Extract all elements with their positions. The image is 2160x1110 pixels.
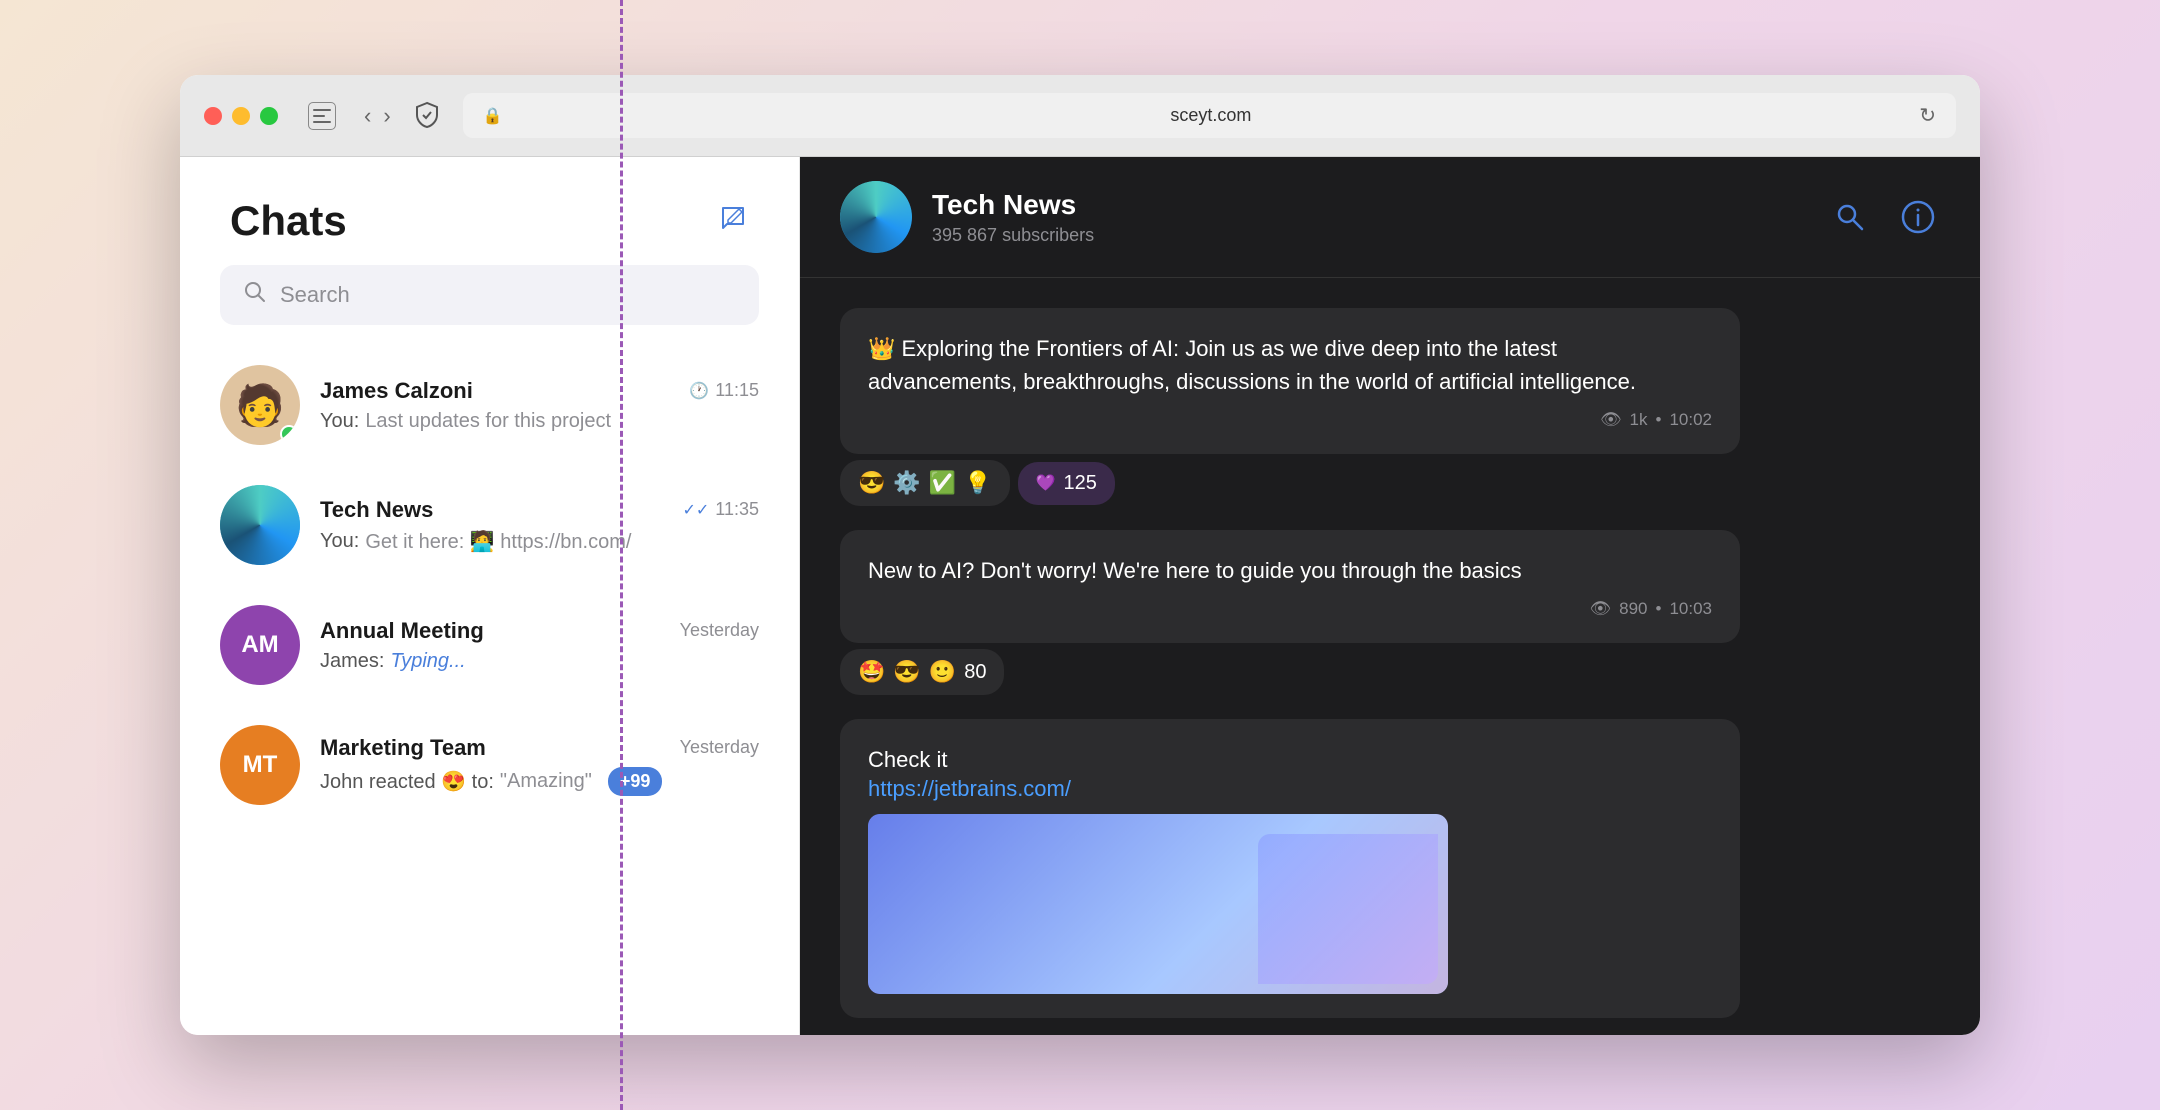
address-bar[interactable]: 🔒 sceyt.com ↻: [463, 93, 1956, 138]
online-indicator: [280, 425, 298, 443]
message-meta-2: 👁 890 • 10:03: [868, 599, 1712, 619]
message-bubble-2: New to AI? Don't worry! We're here to gu…: [840, 530, 1740, 643]
reaction-row-1: 😎⚙️✅💡 💜 125: [840, 460, 1940, 506]
compose-button[interactable]: [717, 202, 749, 241]
reaction-count-2: 80: [964, 661, 986, 684]
check-icon: ✓✓: [682, 500, 709, 520]
shield-icon: [411, 100, 443, 132]
chat-name-annual-meeting: Annual Meeting: [320, 618, 484, 644]
channel-subscribers: 395 867 subscribers: [932, 225, 1828, 246]
app-body: Chats Search: [180, 157, 1980, 1035]
message-text-3: Check it: [868, 743, 1712, 776]
chat-name-marketing-team: Marketing Team: [320, 735, 486, 761]
views-icon-1: 👁: [1600, 410, 1622, 430]
chat-preview-james: You: Last updates for this project: [320, 410, 759, 433]
message-1: 👑 Exploring the Frontiers of AI: Join us…: [840, 308, 1940, 506]
chat-sidebar: Chats Search: [180, 157, 800, 1035]
back-button[interactable]: ‹: [364, 103, 371, 129]
chat-info-annual-meeting: Annual Meeting Yesterday James: Typing..…: [320, 618, 759, 673]
message-bubble-3: Check it https://jetbrains.com/: [840, 719, 1740, 1018]
search-channel-button[interactable]: [1828, 195, 1872, 239]
chat-preview-marketing-team: John reacted 😍 to: "Amazing" +99: [320, 767, 759, 796]
reaction-row-2: 🤩😎🙂 80: [840, 649, 1940, 695]
avatar-marketing-team: MT: [220, 725, 300, 805]
channel-view: Tech News 395 867 subscribers: [800, 157, 1980, 1035]
reaction-heart-1[interactable]: 💜 125: [1018, 462, 1115, 505]
chats-title: Chats: [230, 197, 347, 245]
chat-item-annual-meeting[interactable]: AM Annual Meeting Yesterday James: Typin…: [180, 585, 799, 705]
message-image-3: [868, 814, 1448, 994]
chat-time-annual-meeting: Yesterday: [680, 620, 759, 641]
clock-icon: 🕐: [689, 381, 709, 401]
chat-preview-tech-news: You: Get it here: 🧑‍💻 https://bn.com/: [320, 529, 759, 554]
chat-item-james[interactable]: 🧑 James Calzoni 🕐 11:15 You:: [180, 345, 799, 465]
message-3: Check it https://jetbrains.com/: [840, 719, 1940, 1018]
bullet-1: •: [1656, 410, 1662, 430]
avatar-james: 🧑: [220, 365, 300, 445]
channel-info: Tech News 395 867 subscribers: [932, 189, 1828, 246]
chat-info-james: James Calzoni 🕐 11:15 You: Last updates …: [320, 378, 759, 433]
message-bubble-1: 👑 Exploring the Frontiers of AI: Join us…: [840, 308, 1740, 454]
chat-time-marketing-team: Yesterday: [680, 737, 759, 758]
minimize-button[interactable]: [232, 107, 250, 125]
messages-area[interactable]: 👑 Exploring the Frontiers of AI: Join us…: [800, 278, 1980, 1035]
url-text: sceyt.com: [513, 105, 1910, 126]
views-icon-2: 👁: [1590, 599, 1612, 619]
message-time-1: 10:02: [1669, 410, 1712, 430]
channel-actions: [1828, 195, 1940, 239]
nav-buttons: ‹ ›: [364, 103, 391, 129]
message-text-1: 👑 Exploring the Frontiers of AI: Join us…: [868, 332, 1712, 398]
maximize-button[interactable]: [260, 107, 278, 125]
chat-time-tech-news: ✓✓ 11:35: [682, 499, 759, 520]
unread-badge-marketing: +99: [608, 767, 663, 796]
message-meta-1: 👁 1k • 10:02: [868, 410, 1712, 430]
sidebar-header: Chats: [180, 157, 799, 265]
chat-info-marketing-team: Marketing Team Yesterday John reacted 😍 …: [320, 735, 759, 796]
forward-button[interactable]: ›: [383, 103, 390, 129]
chat-name-james: James Calzoni: [320, 378, 473, 404]
sidebar-toggle-button[interactable]: [308, 102, 336, 130]
avatar-tech-news: [220, 485, 300, 565]
traffic-lights: [204, 107, 278, 125]
search-bar[interactable]: Search: [220, 265, 759, 325]
channel-header: Tech News 395 867 subscribers: [800, 157, 1980, 278]
chat-preview-annual-meeting: James: Typing...: [320, 650, 759, 673]
info-channel-button[interactable]: [1896, 195, 1940, 239]
browser-chrome: ‹ › 🔒 sceyt.com ↻: [180, 75, 1980, 157]
chat-item-tech-news[interactable]: Tech News ✓✓ 11:35 You: Get it here: 🧑‍💻…: [180, 465, 799, 585]
message-time-2: 10:03: [1669, 599, 1712, 619]
close-button[interactable]: [204, 107, 222, 125]
avatar-annual-meeting: AM: [220, 605, 300, 685]
chat-name-tech-news: Tech News: [320, 497, 433, 523]
reload-button[interactable]: ↻: [1919, 103, 1936, 128]
bullet-2: •: [1656, 599, 1662, 619]
chat-list: 🧑 James Calzoni 🕐 11:15 You:: [180, 345, 799, 1035]
channel-name: Tech News: [932, 189, 1828, 221]
reaction-pill-1[interactable]: 😎⚙️✅💡: [840, 460, 1010, 506]
channel-avatar: [840, 181, 912, 253]
search-icon: [244, 281, 266, 309]
chat-item-marketing-team[interactable]: MT Marketing Team Yesterday John reacted…: [180, 705, 799, 825]
reaction-pill-2[interactable]: 🤩😎🙂 80: [840, 649, 1004, 695]
search-placeholder-text: Search: [280, 282, 350, 308]
views-count-2: 890: [1619, 599, 1647, 619]
chat-time-james: 🕐 11:15: [689, 380, 759, 401]
heart-count-1: 125: [1064, 472, 1097, 495]
message-2: New to AI? Don't worry! We're here to gu…: [840, 530, 1940, 695]
lock-icon: 🔒: [483, 106, 503, 126]
chat-info-tech-news: Tech News ✓✓ 11:35 You: Get it here: 🧑‍💻…: [320, 497, 759, 554]
message-link-3[interactable]: https://jetbrains.com/: [868, 776, 1712, 802]
browser-window: ‹ › 🔒 sceyt.com ↻ Chats: [180, 75, 1980, 1035]
message-text-2: New to AI? Don't worry! We're here to gu…: [868, 554, 1712, 587]
views-count-1: 1k: [1630, 410, 1648, 430]
